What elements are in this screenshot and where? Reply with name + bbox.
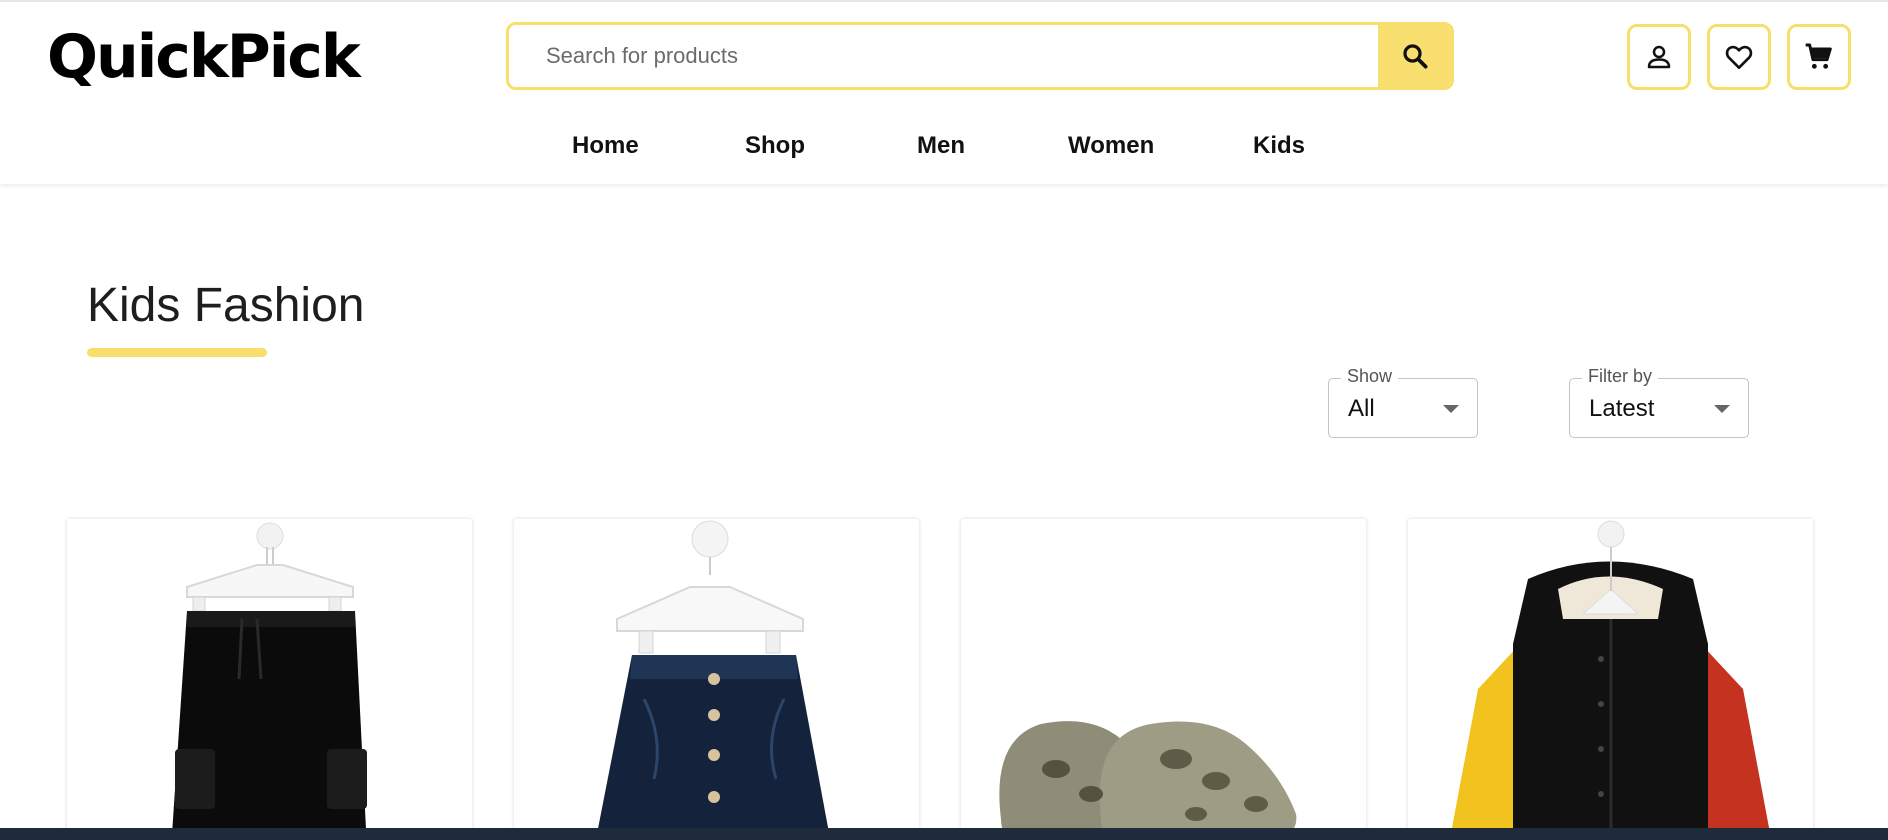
- user-icon: [1647, 45, 1671, 69]
- filter-select-label: Filter by: [1582, 366, 1659, 387]
- product-card[interactable]: [1408, 519, 1813, 840]
- nav-item-home[interactable]: Home: [572, 132, 639, 160]
- chevron-down-icon: [1714, 405, 1730, 413]
- product-image-clogs: [999, 721, 1297, 840]
- chevron-down-icon: [1443, 405, 1459, 413]
- page-title: Kids Fashion: [87, 279, 365, 332]
- show-select-value: All: [1348, 395, 1375, 422]
- product-image-skirt: [595, 520, 831, 840]
- nav-item-shop[interactable]: Shop: [745, 132, 805, 160]
- product-image-jacket: [1449, 520, 1772, 840]
- filter-select[interactable]: Filter by Latest: [1569, 366, 1749, 438]
- product-card[interactable]: [514, 519, 919, 840]
- logo[interactable]: QuickPick: [47, 22, 361, 92]
- show-select[interactable]: Show All: [1328, 366, 1478, 438]
- search-bar: [506, 22, 1454, 90]
- heart-icon: [1725, 45, 1753, 69]
- product-image-pants: [171, 522, 367, 840]
- filter-select-value: Latest: [1589, 395, 1655, 422]
- show-select-label: Show: [1341, 366, 1399, 387]
- product-card[interactable]: [961, 519, 1366, 840]
- taskbar-edge: [0, 828, 1888, 840]
- search-button[interactable]: [1378, 25, 1451, 87]
- account-button[interactable]: [1627, 24, 1691, 90]
- title-underline: [87, 348, 267, 357]
- site-header: QuickPick Home Shop Men Wome: [0, 2, 1888, 184]
- nav-item-men[interactable]: Men: [917, 132, 965, 160]
- cart-icon: [1805, 43, 1832, 69]
- search-input[interactable]: [509, 25, 1378, 87]
- nav-item-women[interactable]: Women: [1068, 132, 1154, 160]
- search-icon: [1402, 44, 1427, 69]
- cart-button[interactable]: [1787, 24, 1851, 90]
- wishlist-button[interactable]: [1707, 24, 1771, 90]
- product-card[interactable]: [67, 519, 472, 840]
- nav-item-kids[interactable]: Kids: [1253, 132, 1305, 160]
